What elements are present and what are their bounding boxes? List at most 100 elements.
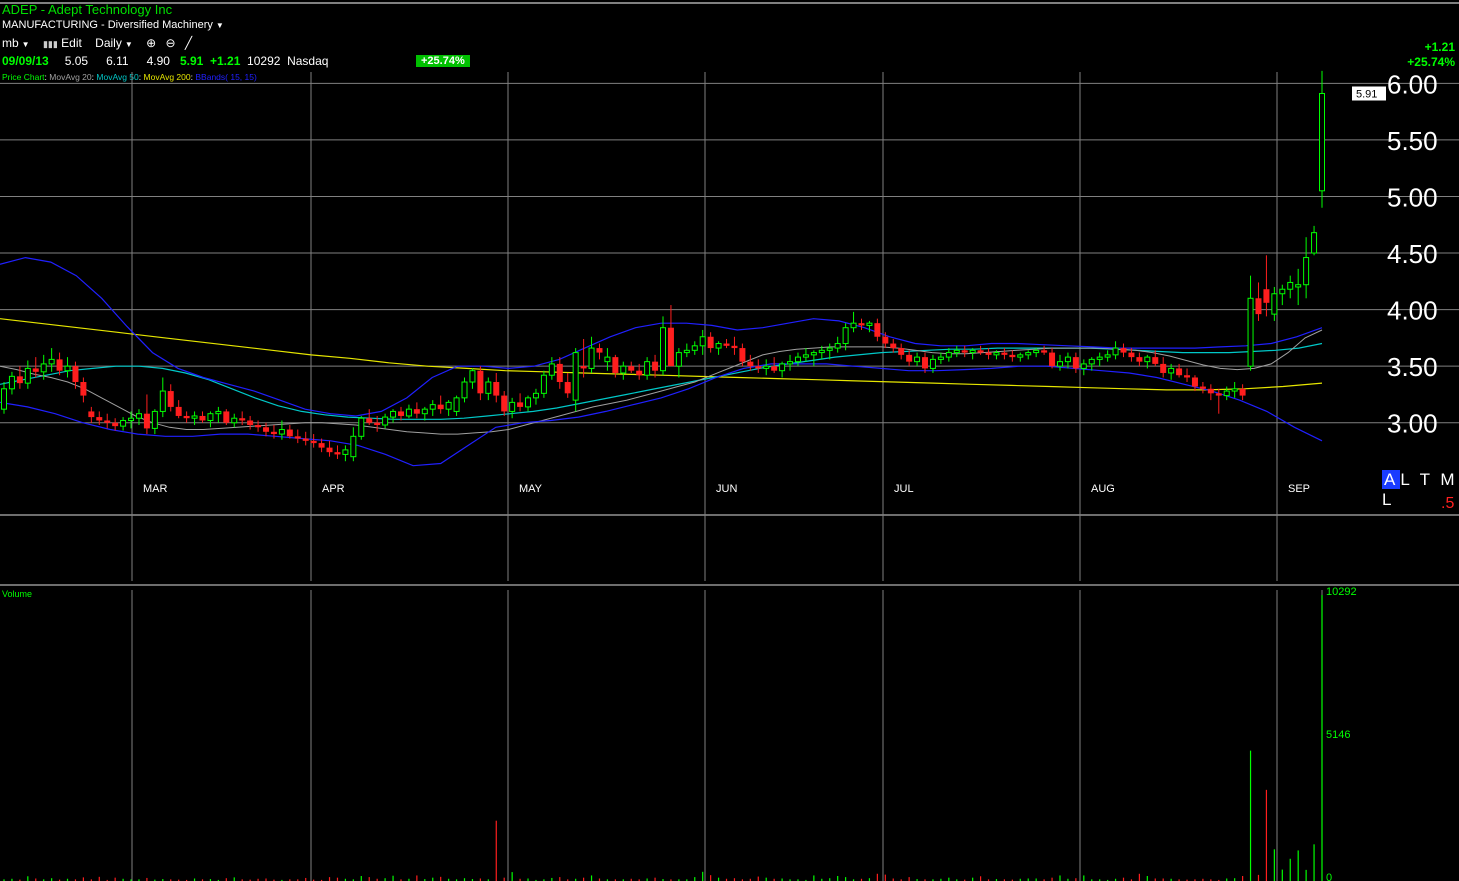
- candle-body-up: [350, 435, 357, 458]
- candle-body-down: [874, 323, 881, 337]
- candle-body-down: [890, 343, 897, 349]
- candle-body-up: [620, 365, 627, 374]
- candle-body-up: [660, 327, 666, 372]
- candle-body-down: [302, 438, 309, 441]
- candle-body-up: [787, 361, 794, 365]
- candle-body-up: [1, 388, 7, 410]
- candle-body-up: [937, 356, 944, 360]
- candle-body-down: [437, 404, 444, 410]
- candle-body-up: [1112, 347, 1119, 356]
- candle-body-up: [159, 390, 166, 412]
- candle-body-up: [1096, 356, 1103, 360]
- candle-body-down: [858, 323, 865, 326]
- candle-body-up: [1247, 297, 1254, 367]
- candle-body-down: [1001, 352, 1008, 355]
- candle-body-up: [1144, 356, 1151, 363]
- candle-body-down: [501, 395, 508, 412]
- candle-body-up: [445, 401, 452, 410]
- candle-body-down: [882, 336, 889, 344]
- candle-body-down: [1176, 368, 1183, 376]
- candle-body-down: [1120, 348, 1127, 353]
- candle-body-up: [699, 336, 706, 347]
- candle-body-up: [1279, 288, 1286, 295]
- candle-body-down: [239, 418, 246, 421]
- candle-body-down: [612, 357, 619, 373]
- candle-body-down: [318, 443, 325, 448]
- candle-body-down: [1207, 388, 1214, 394]
- candle-body-up: [866, 322, 873, 326]
- candle-body-up: [826, 347, 833, 351]
- candle-body-down: [580, 366, 587, 369]
- candle-body-down: [731, 345, 738, 349]
- candle-body-down: [1184, 375, 1191, 378]
- candle-body-down: [771, 366, 778, 371]
- price-tick-label: 4.50: [1387, 239, 1438, 269]
- last-price-label: 5.91: [1356, 88, 1377, 100]
- bband-lower-line: [0, 363, 1323, 467]
- candle-body-down: [739, 348, 746, 362]
- candle-body-up: [191, 415, 198, 419]
- candle-body-up: [588, 347, 595, 369]
- candle-body-down: [16, 376, 23, 384]
- candle-body-up: [1231, 388, 1238, 392]
- candle-body-up: [461, 381, 468, 399]
- price-tick-label: 3.50: [1387, 352, 1438, 382]
- candle-body-up: [1080, 363, 1087, 369]
- candle-body-up: [358, 417, 365, 437]
- candle-body-up: [1056, 361, 1063, 367]
- month-label: JUL: [894, 483, 914, 495]
- candle-body-up: [278, 429, 285, 435]
- candle-body-down: [167, 391, 174, 407]
- candle-body-down: [596, 348, 603, 353]
- candle-body-down: [493, 382, 500, 396]
- candle-body-down: [1160, 363, 1167, 373]
- candle-body-down: [32, 368, 39, 372]
- candle-body-up: [509, 401, 516, 412]
- candle-body-up: [993, 352, 1000, 356]
- candle-body-down: [1191, 377, 1198, 387]
- price-tick-label: 5.50: [1387, 126, 1438, 156]
- candle-body-up: [135, 413, 142, 419]
- candle-body-up: [390, 410, 397, 418]
- price-tick-label: 5.00: [1387, 182, 1438, 212]
- candle-body-up: [763, 365, 770, 369]
- candle-body-up: [683, 349, 690, 354]
- candle-body-up: [548, 363, 555, 376]
- candle-body-up: [120, 419, 127, 427]
- candle-body-up: [1319, 92, 1325, 192]
- candle-body-down: [517, 402, 524, 407]
- candle-body-down: [977, 350, 984, 353]
- candle-body-up: [945, 352, 952, 358]
- candle-body-down: [247, 420, 254, 426]
- candle-body-up: [850, 322, 857, 329]
- candle-body-up: [469, 370, 476, 383]
- candle-body-down: [294, 436, 301, 439]
- candle-body-down: [56, 359, 63, 371]
- candle-body-up: [604, 356, 611, 363]
- candle-body-up: [48, 358, 55, 365]
- candle-body-down: [723, 343, 730, 346]
- candle-body-up: [64, 365, 71, 372]
- candle-body-down: [1041, 350, 1048, 353]
- candle-body-down: [326, 447, 333, 453]
- candle-body-down: [985, 352, 992, 355]
- candle-body-down: [1215, 393, 1222, 396]
- candle-body-up: [231, 417, 238, 424]
- candle-body-down: [1049, 352, 1056, 367]
- candle-body-up: [382, 416, 389, 426]
- price-tick-label: 6.00: [1387, 69, 1438, 99]
- price-volume-chart[interactable]: 6.00 5.50 5.00 4.50 4.00 3.50 3.00 MAR APR MAY JUN…: [0, 0, 1459, 881]
- candle-body-up: [834, 343, 841, 349]
- month-label: JUN: [716, 483, 737, 495]
- volume-tick-label: 0: [1326, 872, 1332, 881]
- candle-body-up: [532, 392, 539, 399]
- candle-body-down: [628, 366, 635, 371]
- candle-body-down: [1152, 357, 1159, 364]
- candle-body-up: [969, 349, 976, 354]
- candle-body-down: [636, 370, 643, 376]
- candle-body-up: [1064, 356, 1071, 363]
- candle-body-down: [143, 413, 150, 429]
- candle-body-down: [175, 406, 182, 416]
- candle-body-up: [540, 374, 547, 394]
- candle-body-up: [929, 358, 936, 369]
